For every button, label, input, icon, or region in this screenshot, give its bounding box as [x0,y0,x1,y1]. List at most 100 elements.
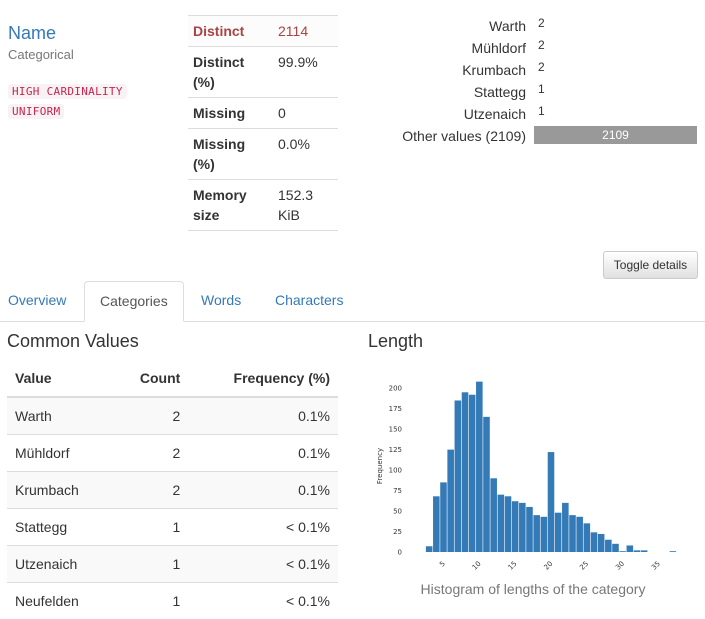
mini-freq-row: Warth 2 [397,15,697,37]
histogram-bar [490,478,497,552]
x-tick-label: 20 [542,560,554,572]
variable-stats-table: Distinct 2114 Distinct (%) 99.9% Missing… [188,15,338,231]
table-row: Utzenaich 1 < 0.1% [7,544,338,582]
column-header-count: Count [113,360,189,398]
frequency-cell: 0.1% [188,470,338,508]
mini-freq-label: Warth [489,18,526,34]
stat-row-missing-pct: Missing (%) 0.0% [188,128,338,180]
histogram-bar [519,502,526,552]
histogram-bar [504,496,512,552]
histogram-bar [468,394,476,552]
frequency-cell: < 0.1% [188,507,338,545]
x-tick-label: 15 [507,560,519,572]
histogram-bar [526,506,533,552]
stat-key: Missing [188,97,273,129]
variable-name[interactable]: Name [8,23,56,44]
mini-freq-count: 1 [538,82,545,96]
mini-freq-label: Utzenaich [463,106,526,122]
stat-row-distinct-pct: Distinct (%) 99.9% [188,46,338,98]
stat-key: Distinct (%) [188,46,273,98]
frequency-cell: < 0.1% [188,581,338,619]
histogram-bar [597,533,605,552]
count-cell: 2 [113,470,189,508]
histogram-bar [454,400,462,552]
y-tick-label: 200 [389,385,402,393]
histogram-bar [562,502,569,552]
stat-value: 2114 [273,15,338,47]
toggle-details-button[interactable]: Toggle details [603,251,698,279]
frequency-cell: 0.1% [188,433,338,471]
column-header-frequency: Frequency (%) [188,360,338,398]
tab-overview[interactable]: Overview [0,281,74,322]
stat-value: 152.3 KiB [273,179,338,231]
tab-characters[interactable]: Characters [267,281,351,322]
y-tick-label: 100 [389,467,402,475]
y-tick-label: 25 [393,528,402,536]
value-cell: Warth [7,396,114,434]
tab-words[interactable]: Words [193,281,249,322]
column-header-value: Value [7,360,114,398]
common-values-title: Common Values [7,331,139,351]
high-cardinality-badge: HIGH CARDINALITY [8,84,127,99]
stat-row-missing: Missing 0 [188,97,338,129]
frequency-cell: 0.1% [188,396,338,434]
value-cell: Utzenaich [7,544,114,582]
mini-freq-label: Krumbach [462,62,526,78]
mini-freq-label: Stattegg [473,84,526,100]
x-tick-label: 35 [650,560,662,572]
stat-row-memory: Memory size 152.3 KiB [188,179,338,231]
mini-freq-label: Mühldorf [471,40,526,56]
y-tick-label: 75 [393,487,402,495]
histogram-bar [447,449,454,552]
histogram-bar [440,482,447,552]
count-cell: 1 [113,507,189,545]
histogram-bar [425,546,433,552]
stat-value: 99.9% [273,46,338,98]
mini-freq-row-other: Other values (2109) 2109 [397,125,697,147]
table-row: Warth 2 0.1% [7,396,338,434]
x-tick-label: 10 [471,560,483,572]
histogram-bar [583,523,591,552]
mini-freq-row: Stattegg 1 [397,81,697,103]
frequency-cell: < 0.1% [188,544,338,582]
stat-key: Distinct [188,15,273,47]
y-tick-label: 125 [389,446,402,454]
histogram-bar [433,496,440,552]
mini-freq-bar: 2109 [534,126,697,144]
histogram-bar [540,516,548,552]
length-title: Length [368,331,424,351]
x-tick-label: 25 [578,560,590,572]
histogram-bar [511,501,519,552]
histogram-bar [483,416,490,552]
mini-freq-count: 2 [538,38,545,52]
y-tick-label: 150 [389,426,402,434]
variable-type: Categorical [8,47,74,62]
histogram-bar [640,550,648,552]
histogram-bar [476,381,483,552]
value-cell: Krumbach [7,470,114,508]
mini-freq-label: Other values (2109) [402,128,526,144]
y-axis-label: Frequency [376,448,384,484]
length-histogram: 0 25 50 75 100 125 150 175 200 Frequency 5 10 15 20 25… [376,381,677,572]
y-tick-label: 175 [389,405,402,413]
value-cell: Stattegg [7,507,114,545]
histogram-bar [533,515,540,552]
stat-key: Missing (%) [188,128,273,180]
histogram-bar [461,392,469,552]
tab-categories[interactable]: Categories [84,281,184,322]
table-row: Mühldorf 2 0.1% [7,433,338,471]
mini-freq-count: 2 [538,60,545,74]
y-tick-label: 0 [398,549,402,557]
mini-freq-count: 1 [538,104,545,118]
histogram-bar [612,543,619,552]
count-cell: 2 [113,433,189,471]
count-cell: 2 [113,396,189,434]
mini-freq-row: Utzenaich 1 [397,103,697,125]
histogram-bar [590,532,598,552]
histogram-bar [626,545,634,552]
stat-value: 0 [273,97,338,129]
mini-freq-count: 2 [538,16,545,30]
mini-freq-row: Mühldorf 2 [397,37,697,59]
common-values-table: Value Count Frequency (%) Warth 2 0.1% M… [7,360,338,619]
value-cell: Mühldorf [7,433,114,471]
